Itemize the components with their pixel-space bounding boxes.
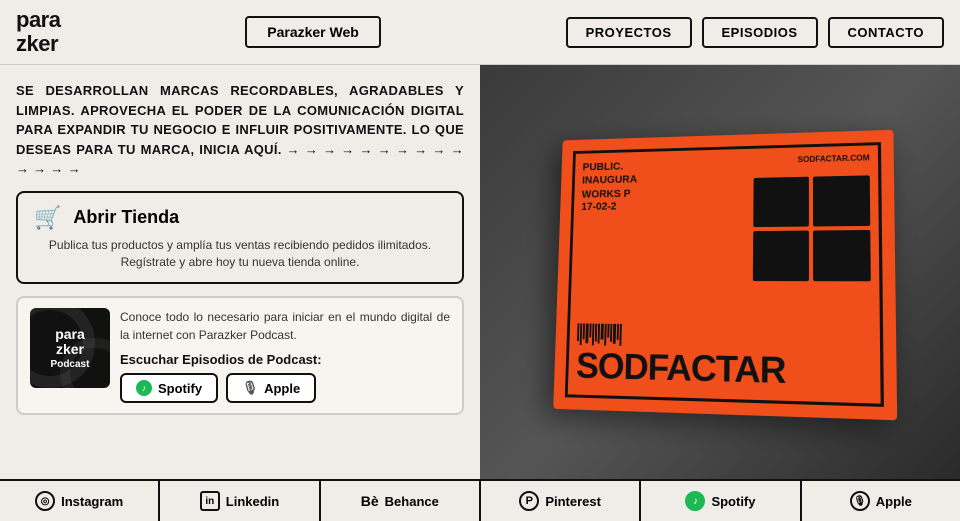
main-nav: PROYECTOS EPISODIOS CONTACTO	[566, 17, 944, 48]
linkedin-icon: in	[200, 491, 220, 511]
podcast-card: para zker Podcast Conoce todo lo necesar…	[16, 296, 464, 415]
linkedin-label: Linkedin	[226, 494, 279, 509]
apple-icon: 🎙	[242, 380, 258, 396]
podcast-info: Conoce todo lo necesario para iniciar en…	[120, 308, 450, 403]
podcast-logo: para zker Podcast	[30, 308, 110, 388]
pinterest-icon: P	[519, 491, 539, 511]
instagram-icon: ◎	[35, 491, 55, 511]
footer-linkedin[interactable]: in Linkedin	[160, 481, 320, 521]
shop-description: Publica tus productos y amplía tus venta…	[34, 237, 446, 271]
behance-icon: Bè	[361, 493, 379, 509]
spotify-icon: ♪	[136, 380, 152, 396]
barcode	[577, 324, 622, 346]
sign-big-text: SODFACTAR	[576, 345, 786, 392]
pinterest-label: Pinterest	[545, 494, 601, 509]
podcast-listen-label: Escuchar Episodios de Podcast:	[120, 352, 450, 367]
footer-instagram[interactable]: ◎ Instagram	[0, 481, 160, 521]
spotify-podcast-button[interactable]: ♪ Spotify	[120, 373, 218, 403]
apple-podcast-button[interactable]: 🎙 Apple	[226, 373, 316, 403]
spotify-label: Spotify	[158, 381, 202, 396]
shop-title: Abrir Tienda	[73, 207, 179, 228]
parazker-web-button[interactable]: Parazker Web	[245, 16, 381, 48]
nav-proyectos[interactable]: PROYECTOS	[566, 17, 692, 48]
sign-qr-grid	[753, 176, 871, 282]
behance-label: Behance	[385, 494, 439, 509]
cart-icon: 🛒	[34, 205, 61, 231]
header: para zker Parazker Web PROYECTOS EPISODI…	[0, 0, 960, 65]
nav-contacto[interactable]: CONTACTO	[828, 17, 944, 48]
footer: ◎ Instagram in Linkedin Bè Behance P Pin…	[0, 479, 960, 521]
main-content: SE DESARROLLAN MARCAS RECORDABLES, AGRAD…	[0, 65, 960, 479]
shop-card-top: 🛒 Abrir Tienda	[34, 205, 446, 231]
apple-label: Apple	[264, 381, 300, 396]
logo: para zker	[16, 8, 60, 56]
sodfactar-image: SODFACTAR.COM PUBLIC.INAUGURAWORKS P 17-…	[480, 65, 960, 479]
footer-spotify[interactable]: ♪ Spotify	[641, 481, 801, 521]
apple-footer-icon: 🎙	[850, 491, 870, 511]
apple-footer-label: Apple	[876, 494, 912, 509]
spotify-footer-icon: ♪	[685, 491, 705, 511]
podcast-buttons: ♪ Spotify 🎙 Apple	[120, 373, 450, 403]
shop-card: 🛒 Abrir Tienda Publica tus productos y a…	[16, 191, 464, 285]
nav-episodios[interactable]: EPISODIOS	[702, 17, 818, 48]
footer-apple[interactable]: 🎙 Apple	[802, 481, 960, 521]
right-panel: SODFACTAR.COM PUBLIC.INAUGURAWORKS P 17-…	[480, 65, 960, 479]
header-center: Parazker Web	[76, 16, 549, 48]
sign-board: SODFACTAR.COM PUBLIC.INAUGURAWORKS P 17-…	[553, 130, 897, 421]
hero-text: SE DESARROLLAN MARCAS RECORDABLES, AGRAD…	[16, 81, 464, 179]
left-panel: SE DESARROLLAN MARCAS RECORDABLES, AGRAD…	[0, 65, 480, 479]
podcast-description: Conoce todo lo necesario para iniciar en…	[120, 308, 450, 344]
instagram-label: Instagram	[61, 494, 123, 509]
footer-pinterest[interactable]: P Pinterest	[481, 481, 641, 521]
spotify-footer-label: Spotify	[711, 494, 755, 509]
footer-behance[interactable]: Bè Behance	[321, 481, 481, 521]
